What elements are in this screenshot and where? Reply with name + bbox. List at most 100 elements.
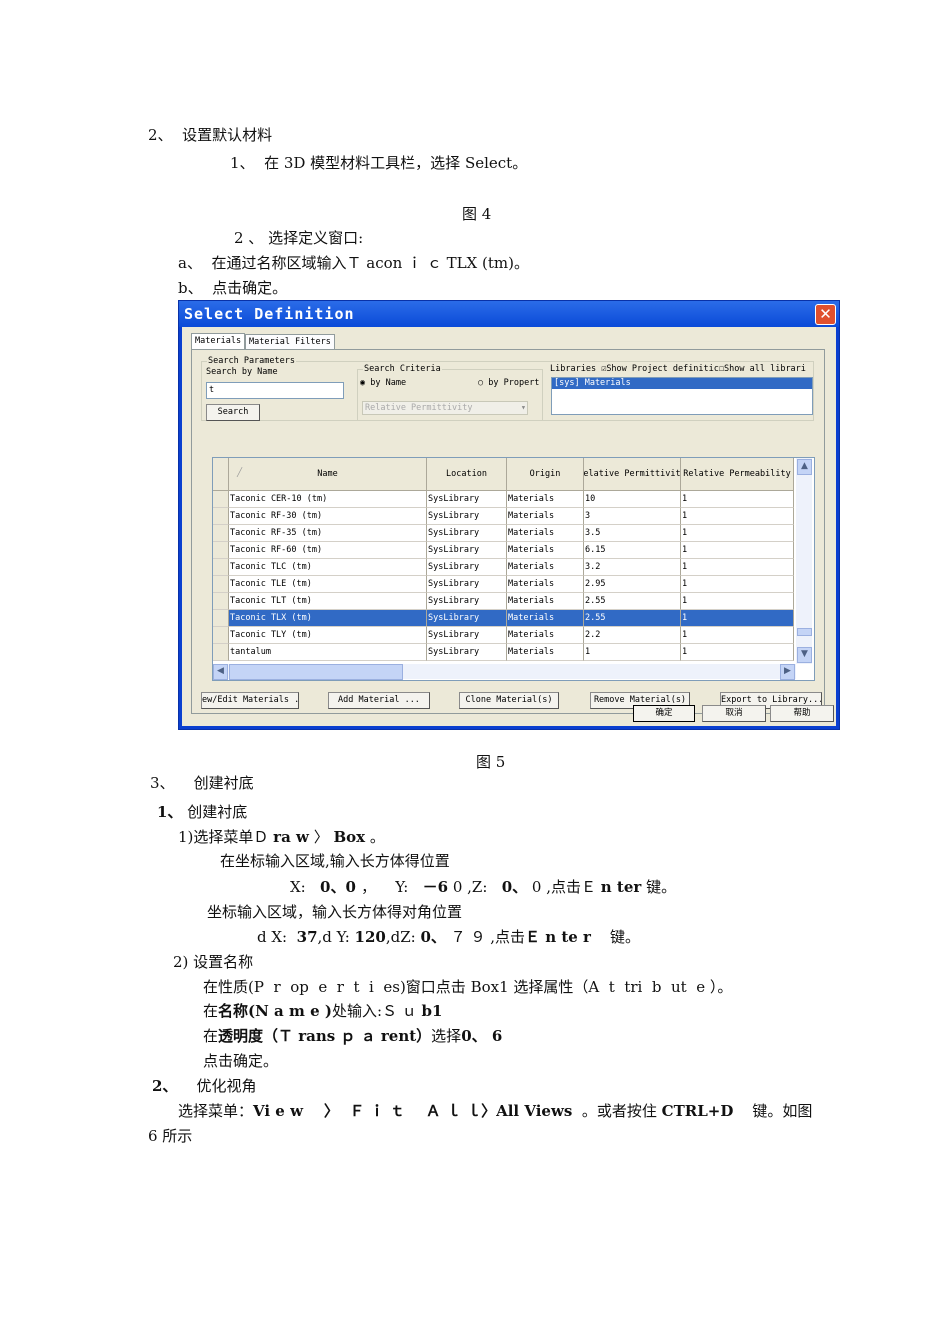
column-header-relative-permittivity[interactable]: Relative Permittivity [584,458,681,491]
text-segment: b、 点击确定。 [178,279,288,297]
chevron-down-icon: ▾ [520,403,526,413]
text-segment: 0、 6 [461,1027,503,1045]
column-header-name[interactable]: ╱ Name [229,458,427,491]
column-header-location[interactable]: Location [427,458,507,491]
table-cell: Materials [507,627,584,644]
table-cell: SysLibrary [427,525,507,542]
text-segment: Vi e w 〉 Ｆ ｉ ｔ Ａ ｌ ｌ〉All Views [253,1102,573,1120]
vertical-scrollbar[interactable]: ▲ ▼ [796,458,812,664]
text-segment: 坐标输入区域，输入长方体得对角位置 [207,903,463,921]
libraries-list[interactable]: [sys] Materials [551,377,813,415]
new-edit-materials-button[interactable]: ew/Edit Materials . [201,692,299,709]
text-line: d X: 37,d Y: 120,dZ: 0、 ７ ９ ,点击Ｅ n te r … [257,927,640,947]
column-header-relative-permeability[interactable]: Relative Permeability [681,458,794,491]
group-label: Search Parameters [207,356,296,366]
row-header[interactable] [213,593,229,610]
dialog-title: Select Definition [184,305,355,323]
search-button[interactable]: Search [206,404,260,421]
clone-material-button[interactable]: Clone Material(s) [459,692,559,709]
table-cell: SysLibrary [427,627,507,644]
radio-by-property[interactable]: ○ by Propert [478,378,539,388]
row-header[interactable] [213,525,229,542]
table-cell: 1 [681,559,794,576]
text-segment: 2、 设置默认材料 [148,126,273,144]
row-header[interactable] [213,559,229,576]
select-definition-dialog: Select Definition ✕ Materials Material F… [178,300,840,730]
text-segment: n ter [600,878,642,896]
text-segment: 。或者按住 [572,1102,662,1120]
table-cell: SysLibrary [427,491,507,508]
table-cell: 2.55 [584,593,681,610]
table-cell: Taconic TLC (tm) [229,559,427,576]
row-header[interactable] [213,576,229,593]
text-segment: 透明度（Ｔ rans ｐ ａ rent） [218,1027,432,1045]
table-cell: Materials [507,644,584,661]
scroll-thumb[interactable] [229,664,403,680]
scroll-left-icon[interactable]: ◀ [213,664,228,680]
table-cell: 1 [681,593,794,610]
search-name-input[interactable]: t [206,382,344,399]
help-button[interactable]: 帮助 [770,705,834,722]
table-cell: SysLibrary [427,610,507,627]
add-material-button[interactable]: Add Material ... [328,692,430,709]
row-header[interactable] [213,542,229,559]
close-icon: ✕ [819,305,832,323]
row-header[interactable] [213,627,229,644]
table-cell: Materials [507,542,584,559]
row-header[interactable] [213,508,229,525]
radio-by-name[interactable]: ◉ by Name [360,378,406,388]
text-segment: 在坐标输入区域,输入长方体得位置 [220,852,450,870]
row-header[interactable] [213,610,229,627]
ok-button[interactable]: 确定 [633,705,695,722]
table-cell: Materials [507,610,584,627]
table-cell: tantalum [229,644,427,661]
text-segment: 〉 [308,828,334,846]
text-segment: 0 ,点击Ｅ [527,878,601,896]
scroll-right-icon[interactable]: ▶ [780,664,795,680]
table-cell: 3.2 [584,559,681,576]
horizontal-scrollbar[interactable]: ◀ ▶ [213,664,796,680]
row-header[interactable] [213,491,229,508]
text-segment: 1)选择菜单Ｄ [178,828,274,846]
table-cell: Materials [507,491,584,508]
scroll-thumb[interactable] [797,628,812,636]
column-header-origin[interactable]: Origin [507,458,584,491]
table-cell: Taconic RF-35 (tm) [229,525,427,542]
text-line: 2、 优化视角 [152,1076,257,1096]
text-segment: 2 、 选择定义窗口: [234,229,364,247]
text-segment: a、 在通过名称区域输入Ｔ acon ｉ ｃ TLX (tm)。 [178,254,529,272]
table-cell: Materials [507,559,584,576]
table-cell: 1 [681,508,794,525]
table-cell: 2.55 [584,610,681,627]
table-cell: Taconic RF-60 (tm) [229,542,427,559]
text-segment: ,dZ: [385,928,421,946]
row-header[interactable] [213,644,229,661]
text-segment: ,d Y: [317,928,355,946]
table-cell: 3.5 [584,525,681,542]
checkbox-label: Show Project definitic [606,364,719,374]
scroll-down-icon[interactable]: ▼ [797,647,812,663]
close-button[interactable]: ✕ [815,304,836,325]
text-segment: 在 [203,1002,219,1020]
materials-table: ╱ Name Location Origin Relative Permittivity… [212,457,815,681]
table-cell: 1 [681,610,794,627]
text-segment: 键。 [590,928,641,946]
cancel-button[interactable]: 取消 [702,705,766,722]
text-line: a、 在通过名称区域输入Ｔ acon ｉ ｃ TLX (tm)。 [178,253,529,273]
table-cell: 1 [584,644,681,661]
table-cell: 2.2 [584,627,681,644]
property-select[interactable]: Relative Permittivity ▾ [362,401,528,415]
tab-materials[interactable]: Materials [191,333,246,349]
text-segment: 1、 在 3D 模型材料工具栏，选择 Select。 [230,154,528,172]
table-cell: 6.15 [584,542,681,559]
scroll-up-icon[interactable]: ▲ [797,459,812,475]
table-cell: Taconic TLX (tm) [229,610,427,627]
title-bar: Select Definition ✕ [179,301,839,327]
text-segment: 2) 设置名称 [173,953,254,971]
text-segment: 选择 [431,1027,462,1045]
table-cell: SysLibrary [427,542,507,559]
table-cell: 2.95 [584,576,681,593]
tab-material-filters[interactable]: Material Filters [245,334,335,349]
figure-5-caption: 图 5 [476,753,506,771]
library-item[interactable]: [sys] Materials [552,378,812,389]
